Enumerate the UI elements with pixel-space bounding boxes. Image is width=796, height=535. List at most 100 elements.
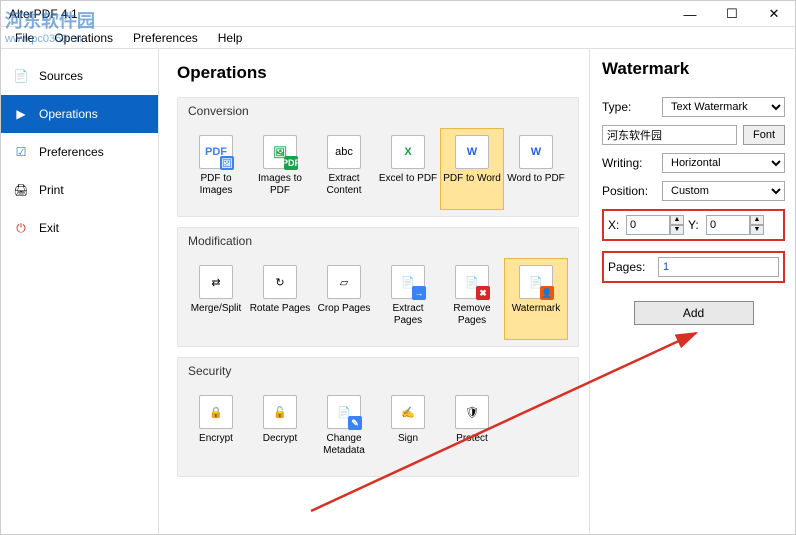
maximize-button[interactable]: ☐ [711,1,753,27]
sidebar-item-label: Exit [39,221,59,235]
checkbox-icon: ☑ [13,144,29,160]
tool-icon: 🛡 [455,395,489,429]
page-title: Operations [177,63,579,83]
tool-icon: ⇄ [199,265,233,299]
group-title: Modification [178,228,578,254]
tool-icon: 📄✖ [455,265,489,299]
y-input[interactable] [706,215,750,235]
group-security: Security 🔒Encrypt 🔓 Decrypt 📄✎ Change Metadat… [177,357,579,477]
tool-extract-content[interactable]: abc Extract Content [312,128,376,210]
writing-label: Writing: [602,156,656,170]
tool-label: Word to PDF [507,173,565,185]
printer-icon: 🖨 [13,182,29,198]
tool-icon: ✍ [391,395,425,429]
tool-icon: 📄👤 [519,265,553,299]
tool-label: PDF to Word [443,173,501,185]
menu-help[interactable]: Help [208,29,253,47]
tool-label: Change Metadata [313,433,375,456]
tool-excel-to-pdf[interactable]: XExcel to PDF [376,128,440,210]
tool-label: Extract Pages [377,303,439,326]
tool-extract-pages[interactable]: 📄→ Extract Pages [376,258,440,340]
tool-icon: PDF🖼 [199,135,233,169]
pages-row: Pages: [602,251,785,283]
tool-icon: 🔒 [199,395,233,429]
watermark-panel: Watermark Type: Text Watermark Font Writ… [589,49,795,534]
sidebar-item-print[interactable]: 🖨 Print [1,171,158,209]
tool-icon: 🖼PDF [263,135,297,169]
watermark-text-input[interactable] [602,125,737,145]
close-button[interactable]: ✕ [753,1,795,27]
coordinates-row: X: ▲▼ Y: ▲▼ [602,209,785,241]
tool-merge-split[interactable]: ⇄ Merge/Split [184,258,248,340]
group-title: Security [178,358,578,384]
tool-icon: ↻ [263,265,297,299]
tool-icon: W [519,135,553,169]
group-modification: Modification ⇄ Merge/Split ↻ Rotate Pages ▱ Cr… [177,227,579,347]
tool-icon: 📄→ [391,265,425,299]
tool-encrypt[interactable]: 🔒Encrypt [184,388,248,470]
sidebar-item-exit[interactable]: ⏻ Exit [1,209,158,247]
play-icon: ▶ [13,106,29,122]
sidebar-item-preferences[interactable]: ☑ Preferences [1,133,158,171]
tool-label: Rotate Pages [250,303,311,315]
sidebar-item-label: Print [39,183,64,197]
tool-change-metadata[interactable]: 📄✎ Change Metadata [312,388,376,470]
tool-protect[interactable]: 🛡Protect [440,388,504,470]
panel-title: Watermark [602,59,785,79]
minimize-button[interactable]: — [669,1,711,27]
add-button[interactable]: Add [634,301,754,325]
sidebar-item-operations[interactable]: ▶ Operations [1,95,158,133]
tool-sign[interactable]: ✍Sign [376,388,440,470]
type-label: Type: [602,100,656,114]
title-bar: AlterPDF 4.1 — ☐ ✕ [1,1,795,27]
tool-label: Decrypt [263,433,297,445]
tool-icon: abc [327,135,361,169]
menu-preferences[interactable]: Preferences [123,29,208,47]
group-title: Conversion [178,98,578,124]
position-select[interactable]: Custom [662,181,785,201]
tool-watermark[interactable]: 📄👤Watermark [504,258,568,340]
position-label: Position: [602,184,656,198]
menu-operations[interactable]: Operations [44,29,123,47]
group-conversion: Conversion PDF🖼 PDF to Images 🖼PDF Images to… [177,97,579,217]
tool-pdf-to-images[interactable]: PDF🖼 PDF to Images [184,128,248,210]
sidebar-item-label: Sources [39,69,83,83]
x-up[interactable]: ▲ [670,215,684,225]
tool-label: Crop Pages [318,303,371,315]
type-select[interactable]: Text Watermark [662,97,785,117]
main-content: Operations ConversionPDF🖼PDF to Images🖼P… [159,49,589,534]
window-title: AlterPDF 4.1 [5,7,78,21]
pages-input[interactable] [658,257,779,277]
tool-icon: ▱ [327,265,361,299]
writing-select[interactable]: Horizontal [662,153,785,173]
y-up[interactable]: ▲ [750,215,764,225]
tool-icon: 📄✎ [327,395,361,429]
tool-label: Extract Content [313,173,375,196]
x-input[interactable] [626,215,670,235]
tool-remove-pages[interactable]: 📄✖ Remove Pages [440,258,504,340]
power-icon: ⏻ [13,220,29,236]
tool-decrypt[interactable]: 🔓 Decrypt [248,388,312,470]
sidebar-item-label: Preferences [39,145,104,159]
sidebar: 📄 Sources ▶ Operations ☑ Preferences 🖨 P… [1,49,159,534]
tool-label: Merge/Split [191,303,242,315]
x-down[interactable]: ▼ [670,225,684,235]
sidebar-item-sources[interactable]: 📄 Sources [1,57,158,95]
menu-file[interactable]: File [5,29,44,47]
y-label: Y: [688,218,702,232]
tool-label: PDF to Images [185,173,247,196]
tool-label: Images to PDF [249,173,311,196]
tool-icon: 🔓 [263,395,297,429]
tool-rotate-pages[interactable]: ↻ Rotate Pages [248,258,312,340]
document-icon: 📄 [13,68,29,84]
tool-pdf-to-word[interactable]: W PDF to Word [440,128,504,210]
tool-label: Remove Pages [441,303,503,326]
font-button[interactable]: Font [743,125,785,145]
tool-icon: W [455,135,489,169]
tool-crop-pages[interactable]: ▱ Crop Pages [312,258,376,340]
tool-images-to-pdf[interactable]: 🖼PDF Images to PDF [248,128,312,210]
x-label: X: [608,218,622,232]
y-down[interactable]: ▼ [750,225,764,235]
sidebar-item-label: Operations [39,107,98,121]
tool-word-to-pdf[interactable]: W Word to PDF [504,128,568,210]
